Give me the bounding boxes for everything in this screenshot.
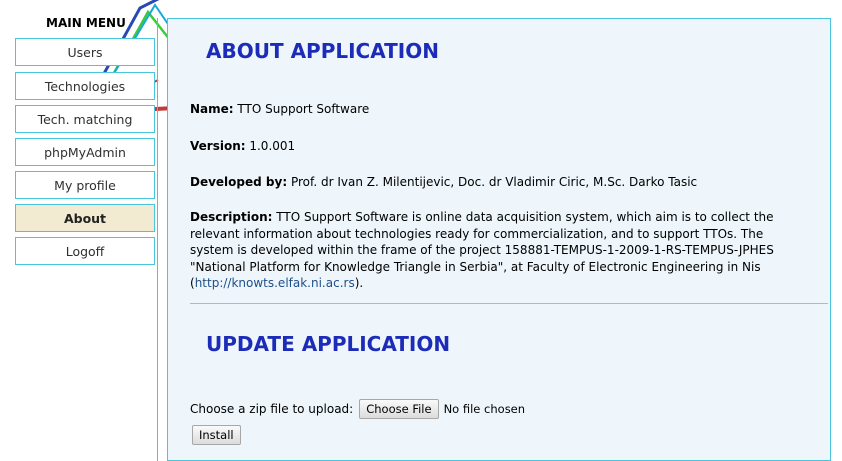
update-heading: UPDATE APPLICATION: [206, 332, 451, 356]
name-row: Name: TTO Support Software: [190, 101, 810, 118]
version-row: Version: 1.0.001: [190, 138, 810, 155]
install-button[interactable]: Install: [192, 425, 241, 445]
developed-by-value: Prof. dr Ivan Z. Milentijevic, Doc. dr V…: [290, 175, 698, 189]
description-label: Description:: [190, 210, 273, 224]
sidebar-item-technologies[interactable]: Technologies: [15, 72, 155, 100]
version-value: 1.0.001: [249, 139, 296, 153]
sidebar-item-tech-matching[interactable]: Tech. matching: [15, 105, 155, 133]
upload-row: Choose a zip file to upload: Choose File…: [190, 399, 525, 419]
developed-by-row: Developed by: Prof. dr Ivan Z. Milentije…: [190, 174, 810, 191]
sidebar-item-about[interactable]: About: [15, 204, 155, 232]
project-link[interactable]: http://knowts.elfak.ni.ac.rs: [195, 276, 355, 290]
version-label: Version:: [190, 139, 246, 153]
choose-file-button[interactable]: Choose File: [359, 399, 439, 419]
sidebar-item-phpmyadmin[interactable]: phpMyAdmin: [15, 138, 155, 166]
about-heading: ABOUT APPLICATION: [206, 39, 439, 63]
content-panel: ABOUT APPLICATION Name: TTO Support Soft…: [167, 18, 831, 461]
developed-by-label: Developed by:: [190, 175, 288, 189]
description-end: ).: [354, 276, 364, 290]
sidebar-item-logoff[interactable]: Logoff: [15, 237, 155, 265]
sidebar-divider: [157, 18, 158, 461]
file-status: No file chosen: [443, 402, 526, 416]
name-value: TTO Support Software: [237, 102, 370, 116]
name-label: Name:: [190, 102, 234, 116]
section-divider: [190, 303, 828, 304]
choose-file-label: Choose a zip file to upload:: [190, 402, 354, 416]
main-menu-title: MAIN MENU: [46, 16, 126, 30]
description-row: Description: TTO Support Software is onl…: [190, 209, 810, 292]
sidebar-item-users[interactable]: Users: [15, 38, 155, 66]
sidebar-item-my-profile[interactable]: My profile: [15, 171, 155, 199]
